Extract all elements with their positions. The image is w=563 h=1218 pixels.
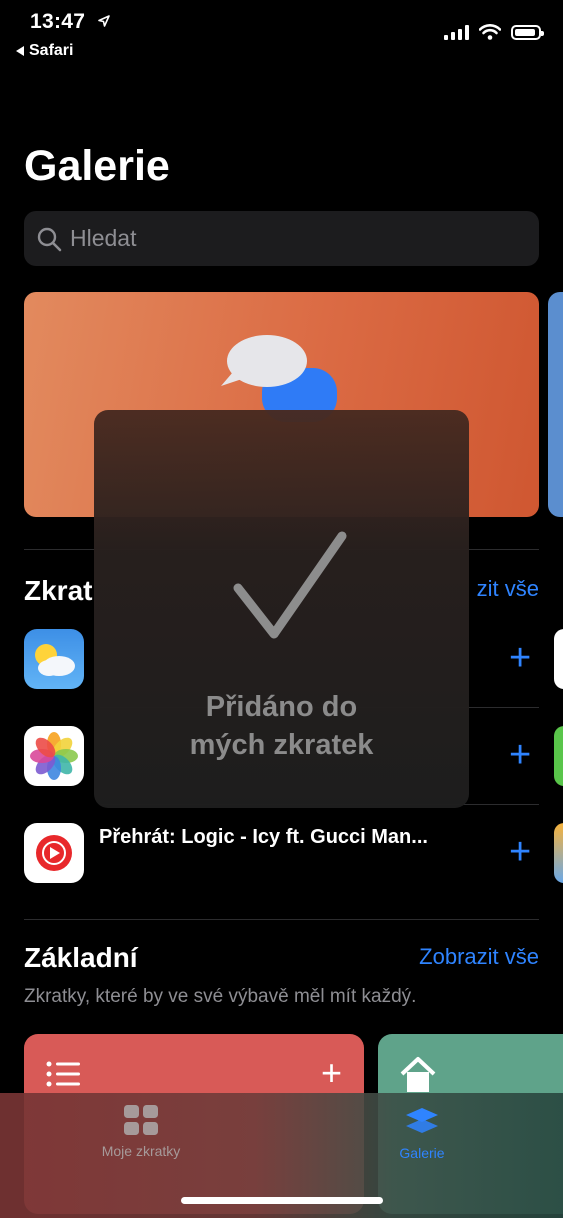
cellular-signal-icon [444,24,469,40]
next-column-icon [554,629,563,689]
divider [24,919,539,920]
next-column-icon [554,823,563,883]
added-confirmation-hud: Přidáno do mých zkratek [94,410,469,808]
battery-icon [511,25,544,40]
back-arrow-icon [16,46,24,56]
back-label: Safari [29,42,74,59]
back-to-safari-link[interactable]: Safari [16,42,73,60]
add-shortcut-button[interactable]: + [509,833,531,871]
tab-my-shortcuts[interactable]: Moje zkratky [92,1105,190,1159]
youtube-music-icon [24,823,84,883]
hud-line-2: mých zkratek [189,729,374,761]
tab-label: Moje zkratky [101,1143,181,1159]
shortcut-title: Přehrát: Logic - Icy ft. Gucci Man... [99,826,428,848]
section-subtitle: Zkratky, které by ve své výbavě měl mít … [24,986,417,1007]
weather-icon [24,629,84,689]
featured-card-next[interactable] [548,292,563,517]
location-arrow-icon [98,15,110,27]
search-input[interactable] [68,224,492,253]
messages-bubbles-icon [221,335,337,422]
section-title-basic: Základní [24,942,138,973]
add-card-button[interactable]: + [321,1052,342,1094]
layers-icon [406,1108,438,1133]
tab-gallery[interactable]: Galerie [390,1105,454,1161]
section-title-shortcuts: Zkrat [24,575,93,606]
photos-icon [24,726,84,786]
next-column-icon [554,726,563,786]
checkmark-icon [233,531,347,639]
tab-label: Galerie [399,1145,445,1161]
status-time: 13:47 [30,10,86,33]
hud-line-1: Přidáno do [205,691,358,723]
search-icon [37,227,62,251]
home-icon [400,1057,436,1092]
see-all-shortcuts-link[interactable]: zit vše [477,576,539,602]
see-all-basic-link[interactable]: Zobrazit vše [419,944,539,970]
list-icon [46,1061,80,1087]
wifi-icon [479,24,501,40]
search-bar[interactable] [24,211,539,266]
hud-message: Přidáno do mých zkratek [94,688,469,764]
grid-icon [124,1105,158,1135]
status-icons [444,24,544,40]
add-shortcut-button[interactable]: + [509,639,531,677]
add-shortcut-button[interactable]: + [509,736,531,774]
page-title: Galerie [24,142,170,190]
home-indicator [181,1197,383,1204]
